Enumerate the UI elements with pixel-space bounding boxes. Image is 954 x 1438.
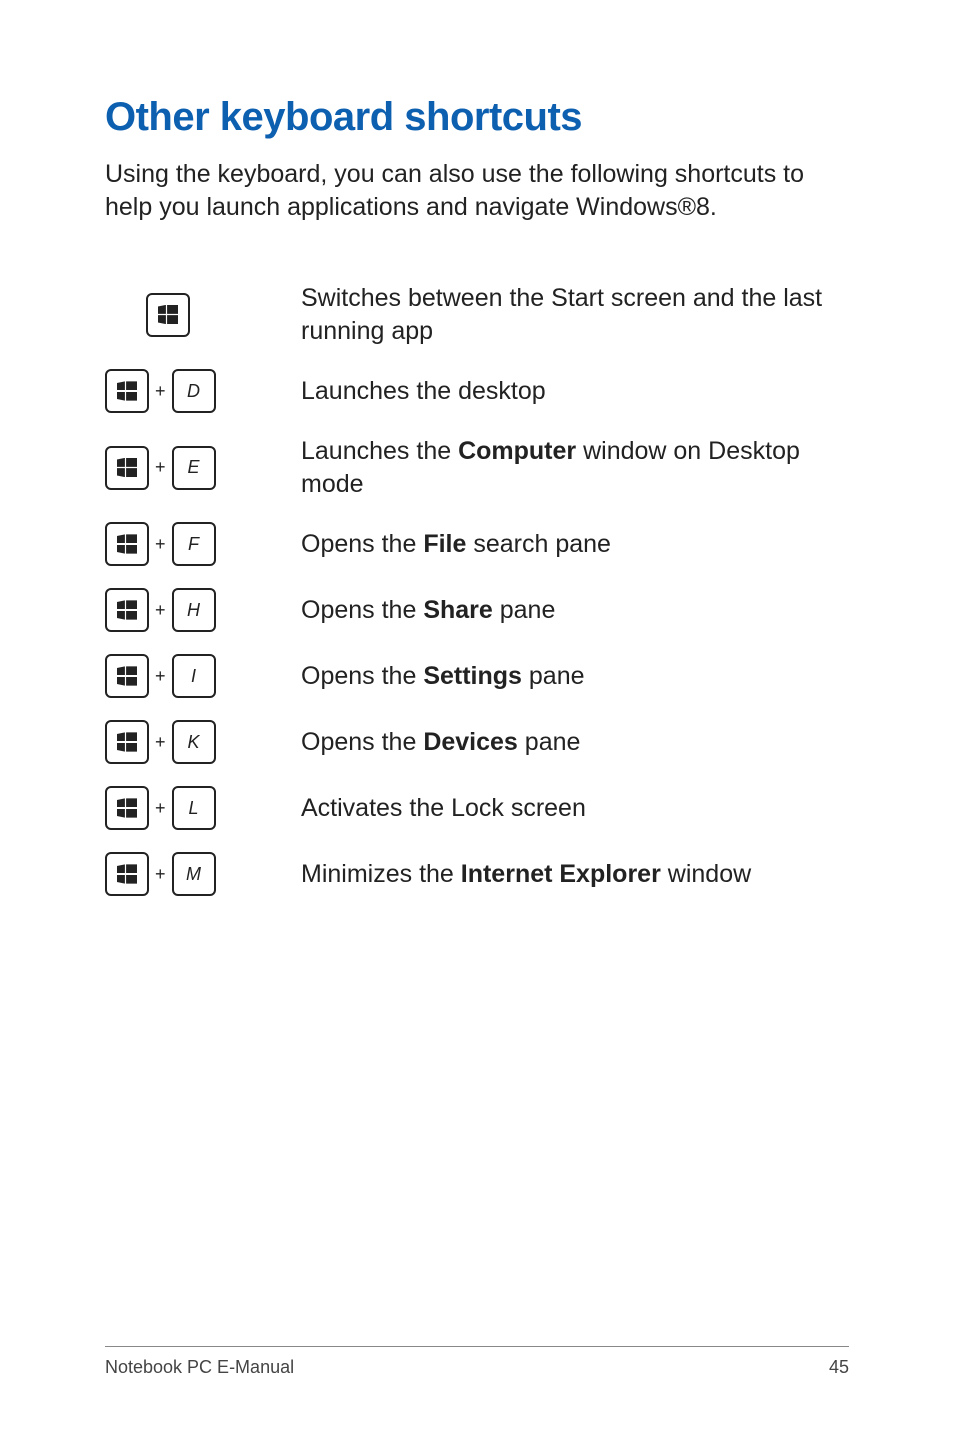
- plus-icon: +: [155, 798, 166, 819]
- shortcut-row: Switches between the Start screen and th…: [105, 282, 849, 347]
- windows-key: [105, 720, 149, 764]
- key-combo: + F: [105, 522, 301, 566]
- windows-icon: [117, 458, 137, 477]
- windows-icon: [117, 666, 137, 685]
- windows-icon: [158, 305, 178, 324]
- plus-icon: +: [155, 381, 166, 402]
- letter-key: H: [172, 588, 216, 632]
- plus-icon: +: [155, 732, 166, 753]
- intro-text: Using the keyboard, you can also use the…: [105, 158, 849, 224]
- shortcut-desc: Minimizes the Internet Explorer window: [301, 858, 849, 891]
- key-combo: + I: [105, 654, 301, 698]
- windows-key: [105, 654, 149, 698]
- windows-icon: [117, 534, 137, 553]
- letter-key: L: [172, 786, 216, 830]
- shortcut-desc: Opens the Devices pane: [301, 726, 849, 759]
- shortcut-row: + F Opens the File search pane: [105, 522, 849, 566]
- shortcut-desc: Launches the Computer window on Desktop …: [301, 435, 849, 500]
- key-combo: + M: [105, 852, 301, 896]
- windows-icon: [117, 798, 137, 817]
- key-combo: + H: [105, 588, 301, 632]
- shortcut-desc: Opens the Share pane: [301, 594, 849, 627]
- plus-icon: +: [155, 666, 166, 687]
- key-combo: + L: [105, 786, 301, 830]
- letter-key: D: [172, 369, 216, 413]
- letter-key: K: [172, 720, 216, 764]
- windows-key: [105, 588, 149, 632]
- key-combo: [105, 293, 301, 337]
- letter-key: M: [172, 852, 216, 896]
- page-heading: Other keyboard shortcuts: [105, 95, 849, 140]
- page-footer: Notebook PC E-Manual 45: [105, 1346, 849, 1378]
- key-combo: + K: [105, 720, 301, 764]
- plus-icon: +: [155, 457, 166, 478]
- shortcut-row: + L Activates the Lock screen: [105, 786, 849, 830]
- shortcut-list: Switches between the Start screen and th…: [105, 282, 849, 896]
- key-combo: + E: [105, 446, 301, 490]
- windows-icon: [117, 732, 137, 751]
- key-combo: + D: [105, 369, 301, 413]
- windows-key: [105, 786, 149, 830]
- shortcut-row: + K Opens the Devices pane: [105, 720, 849, 764]
- shortcut-row: + H Opens the Share pane: [105, 588, 849, 632]
- windows-key: [146, 293, 190, 337]
- shortcut-row: + I Opens the Settings pane: [105, 654, 849, 698]
- shortcut-desc: Activates the Lock screen: [301, 792, 849, 825]
- plus-icon: +: [155, 600, 166, 621]
- windows-icon: [117, 864, 137, 883]
- windows-icon: [117, 600, 137, 619]
- shortcut-desc: Switches between the Start screen and th…: [301, 282, 849, 347]
- shortcut-desc: Launches the desktop: [301, 375, 849, 408]
- footer-title: Notebook PC E-Manual: [105, 1357, 294, 1378]
- windows-key: [105, 369, 149, 413]
- page-number: 45: [829, 1357, 849, 1378]
- letter-key: I: [172, 654, 216, 698]
- page: Other keyboard shortcuts Using the keybo…: [0, 0, 954, 1438]
- letter-key: F: [172, 522, 216, 566]
- windows-key: [105, 522, 149, 566]
- plus-icon: +: [155, 534, 166, 555]
- shortcut-row: + E Launches the Computer window on Desk…: [105, 435, 849, 500]
- shortcut-row: + M Minimizes the Internet Explorer wind…: [105, 852, 849, 896]
- shortcut-desc: Opens the Settings pane: [301, 660, 849, 693]
- plus-icon: +: [155, 864, 166, 885]
- shortcut-desc: Opens the File search pane: [301, 528, 849, 561]
- letter-key: E: [172, 446, 216, 490]
- windows-icon: [117, 381, 137, 400]
- windows-key: [105, 852, 149, 896]
- windows-key: [105, 446, 149, 490]
- shortcut-row: + D Launches the desktop: [105, 369, 849, 413]
